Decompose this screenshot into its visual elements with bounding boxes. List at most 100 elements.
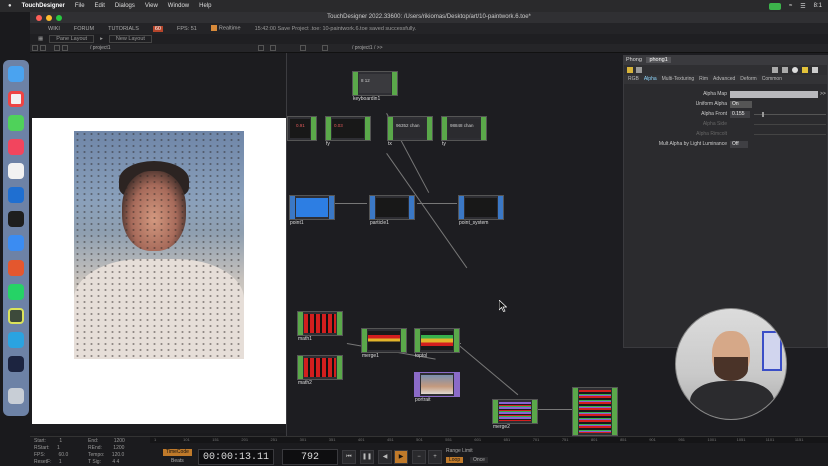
once-button[interactable]: Once [470, 457, 488, 463]
op-chop-output[interactable] [572, 387, 618, 436]
edit-icon[interactable] [772, 67, 778, 73]
layout-arrow-icon[interactable]: ▸ [100, 36, 103, 42]
tab-deform[interactable]: Deform [740, 75, 756, 84]
realtime-toggle[interactable]: Realtime [210, 25, 241, 32]
finder-icon[interactable] [8, 66, 24, 82]
tab-rgb[interactable]: RGB [628, 75, 639, 84]
help-icon[interactable] [627, 67, 633, 73]
back-icon[interactable] [54, 45, 60, 51]
end-frame[interactable]: 1200 [114, 438, 125, 444]
rend-frame[interactable]: 1200 [113, 445, 124, 451]
play-reverse-icon[interactable]: ◀ [378, 450, 392, 464]
slack-icon[interactable] [8, 163, 24, 179]
rewind-icon[interactable]: ⏮ [342, 450, 356, 464]
layout-icon[interactable]: ▦ [38, 36, 43, 42]
uniform-alpha-toggle[interactable]: On [730, 101, 752, 108]
pane-lock-icon[interactable] [258, 45, 264, 51]
op-math2[interactable]: math2 [297, 355, 343, 386]
pane-close-icon[interactable] [270, 45, 276, 51]
op-tx[interactable]: 96352 chan tx [387, 116, 433, 147]
touchdesigner-icon[interactable] [8, 308, 24, 324]
network-split-icon[interactable] [300, 45, 306, 51]
zoom-window-icon[interactable] [56, 15, 62, 21]
loop-button[interactable]: Loop [446, 457, 464, 463]
timeline-ruler[interactable]: 1 101 151 201 251 301 351 401 451 501 551 601 651 701… [150, 437, 828, 443]
alpha-map-field[interactable] [730, 91, 818, 98]
op-name-field[interactable]: phong1 [646, 57, 671, 63]
clock[interactable]: 8:1 [814, 3, 822, 9]
pane-split-icon[interactable] [32, 45, 38, 51]
network-path[interactable]: / project1 / >> [352, 45, 383, 51]
telegram-icon[interactable] [8, 332, 24, 348]
menu-help[interactable]: Help [199, 3, 211, 9]
chrome-icon[interactable] [8, 91, 24, 107]
op-merge2[interactable]: merge2 [492, 399, 538, 430]
close-window-icon[interactable] [36, 15, 42, 21]
pane-layout-button[interactable]: Pane Layout [49, 35, 95, 43]
alpha-map-browse-icon[interactable]: >> [820, 90, 826, 99]
step-back-icon[interactable]: − [412, 450, 426, 464]
play-icon[interactable]: ▶ [394, 450, 408, 464]
tab-alpha[interactable]: Alpha [644, 75, 657, 84]
step-forward-icon[interactable]: + [428, 450, 442, 464]
op-math1[interactable]: math1 [297, 311, 343, 342]
op-ty[interactable]: 98848 chan ty [441, 116, 487, 147]
tab-common[interactable]: Common [762, 75, 782, 84]
op-point1[interactable]: point1 [289, 195, 335, 226]
viewer-icon[interactable] [792, 67, 798, 73]
figma-icon[interactable] [8, 211, 24, 227]
op-portrait[interactable]: portrait [414, 372, 460, 403]
mail-icon[interactable] [8, 235, 24, 251]
app-menu[interactable]: TouchDesigner [22, 3, 65, 9]
menu-edit[interactable]: Edit [95, 3, 105, 9]
alpha-front-slider-handle[interactable] [762, 112, 764, 117]
menu-window[interactable]: Window [168, 3, 189, 9]
start-frame[interactable]: 1 [59, 438, 62, 444]
render-canvas[interactable] [32, 118, 286, 424]
op-fy[interactable]: 0.03 fy [325, 116, 371, 147]
minimize-window-icon[interactable] [46, 15, 52, 21]
op-toptol[interactable]: toptol [414, 328, 460, 359]
screen-record-icon[interactable] [768, 2, 781, 10]
alpha-rim-slider[interactable] [754, 134, 826, 135]
tab-advanced[interactable]: Advanced [713, 75, 735, 84]
op-point-system[interactable]: point_system [458, 195, 504, 226]
network-home-icon[interactable] [322, 45, 328, 51]
pause-icon[interactable]: ❚❚ [360, 450, 374, 464]
tab-multi-texturing[interactable]: Multi-Texturing [662, 75, 695, 84]
expand-icon[interactable] [782, 67, 788, 73]
trash-icon[interactable] [8, 388, 24, 404]
home-icon[interactable] [62, 45, 68, 51]
messages-icon[interactable] [8, 115, 24, 131]
resetf-field[interactable]: 1 [59, 459, 62, 465]
info-icon[interactable] [636, 67, 642, 73]
op-merge1[interactable]: merge1 [361, 328, 407, 359]
whatsapp-icon[interactable] [8, 284, 24, 300]
alpha-front-slider[interactable] [754, 114, 826, 115]
wifi-icon[interactable]: ≈ [789, 3, 792, 9]
pane-menu-icon[interactable] [40, 45, 46, 51]
wiki-link[interactable]: WIKI [48, 26, 60, 32]
settings-icon[interactable] [812, 67, 818, 73]
apple-icon[interactable]: ● [8, 3, 12, 9]
op-keyboardin1[interactable]: 8 12 keyboardin1 [352, 71, 398, 102]
rstart-frame[interactable]: 1 [57, 445, 60, 451]
tempo-field[interactable]: 120.0 [112, 452, 125, 458]
tutorials-link[interactable]: TUTORIALS [108, 26, 139, 32]
alpha-side-slider[interactable] [754, 124, 826, 125]
op-chop-a[interactable]: 0.91 [287, 116, 317, 141]
menu-file[interactable]: File [75, 3, 85, 9]
control-center-icon[interactable]: ☰ [800, 3, 805, 10]
timecode-toggle[interactable]: TimeCode [163, 449, 192, 456]
viewer-path[interactable]: / project1 [90, 45, 111, 51]
live-app-icon[interactable] [8, 356, 24, 372]
fps-field[interactable]: 60.0 [59, 452, 69, 458]
timecode-display[interactable]: 00:00:13.11 [198, 449, 274, 465]
add-icon[interactable] [802, 67, 808, 73]
tsig-field[interactable]: 4 4 [112, 459, 119, 465]
tab-rim[interactable]: Rim [699, 75, 708, 84]
new-layout-button[interactable]: New Layout [108, 35, 152, 43]
music-icon[interactable] [8, 139, 24, 155]
app-icon[interactable] [8, 260, 24, 276]
menu-view[interactable]: View [145, 3, 158, 9]
